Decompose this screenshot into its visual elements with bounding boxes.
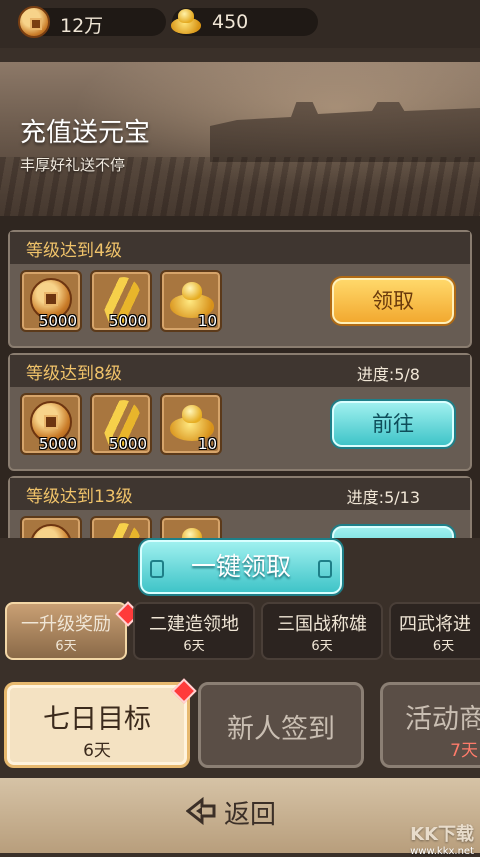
level-requirement: 等级达到4级 — [26, 241, 122, 261]
tab-label: 新人签到 — [227, 714, 335, 745]
level-requirement: 等级达到8级 — [26, 364, 122, 384]
tab-label: 七日目标 — [43, 704, 151, 735]
level-requirement: 等级达到13级 — [26, 487, 133, 507]
item-quantity: 5000 — [38, 312, 77, 330]
reward-item-gold[interactable]: 10 — [160, 270, 222, 332]
tab-days: 6天 — [83, 741, 111, 761]
progress-text: 进度:5/8 — [356, 365, 420, 384]
subtab-days: 6天 — [55, 639, 77, 654]
reward-card: 等级达到4级 5000 5000 10 领取 — [8, 230, 472, 348]
subtab-build-territory[interactable]: 二建造领地 6天 — [133, 602, 255, 660]
reward-item-gold[interactable]: 10 — [160, 393, 222, 455]
reward-item-wheat[interactable]: 5000 — [90, 393, 152, 455]
reward-card: 等级达到8级 进度:5/8 5000 5000 10 前往 — [8, 353, 472, 471]
progress-text: 进度:5/13 — [346, 488, 420, 507]
ornament-icon — [150, 560, 164, 578]
banner-title: 充值送元宝 — [20, 118, 151, 148]
tab-activity-shop[interactable]: 活动商 7天 — [380, 682, 480, 768]
back-button[interactable]: 返回 — [186, 792, 306, 832]
gold-ingot-icon — [170, 6, 202, 38]
gold-value: 450 — [212, 11, 249, 33]
tab-days: 7天 — [450, 741, 478, 761]
subtab-label: 二建造领地 — [149, 614, 239, 635]
reward-item-wheat[interactable]: 5000 — [90, 270, 152, 332]
subtab-label: 四武将进 — [399, 614, 471, 635]
go-button[interactable]: 前往 — [332, 401, 454, 447]
reward-list[interactable]: 等级达到4级 5000 5000 10 领取 等级达到8级 进度:5/8 500… — [0, 216, 480, 538]
promo-banner: 充值送元宝 丰厚好礼送不停 — [0, 62, 480, 216]
ornament-icon — [318, 560, 332, 578]
item-quantity: 10 — [197, 312, 217, 330]
watermark-logo: KK下载 www.kkx.net — [410, 820, 474, 857]
reward-card: 等级达到13级 进度:5/13 — [8, 476, 472, 538]
subtab-national-war[interactable]: 三国战称雄 6天 — [261, 602, 383, 660]
banner-fortress-art — [210, 102, 480, 162]
gold-currency: 450 — [170, 6, 318, 38]
subtab-days: 6天 — [432, 639, 455, 654]
back-label: 返回 — [224, 800, 277, 830]
copper-value: 12万 — [60, 15, 104, 37]
back-arrow-icon — [186, 796, 216, 826]
go-button[interactable] — [332, 526, 454, 538]
reward-item-copper[interactable] — [20, 516, 82, 538]
reward-item-gold[interactable] — [160, 516, 222, 538]
reward-item-copper[interactable]: 5000 — [20, 270, 82, 332]
tab-newbie-checkin[interactable]: 新人签到 — [198, 682, 364, 768]
banner-subtitle: 丰厚好礼送不停 — [20, 156, 126, 174]
subtab-label: 一升级奖励 — [21, 614, 111, 635]
watermark-brand: KK下载 — [410, 824, 474, 845]
gold-ingot-icon — [170, 526, 214, 538]
reward-item-wheat[interactable] — [90, 516, 152, 538]
item-quantity: 10 — [197, 435, 217, 453]
bottom-bar: 返回 KK下载 www.kkx.net — [0, 778, 480, 857]
subtab-general-advance[interactable]: 四武将进 6天 — [389, 602, 480, 660]
tab-seven-day-goal[interactable]: 七日目标 6天 — [4, 682, 190, 768]
subtab-level-reward[interactable]: 一升级奖励 6天 — [5, 602, 127, 660]
item-quantity: 5000 — [108, 435, 147, 453]
watermark-url: www.kkx.net — [410, 846, 474, 857]
tab-label: 活动商 — [405, 704, 480, 735]
subtab-days: 6天 — [311, 639, 333, 654]
copper-coin-icon — [30, 524, 72, 538]
wheat-icon — [95, 518, 149, 538]
item-quantity: 5000 — [108, 312, 147, 330]
reward-item-copper[interactable]: 5000 — [20, 393, 82, 455]
reward-card-header: 等级达到8级 进度:5/8 — [10, 355, 470, 387]
claim-all-button[interactable]: 一键领取 — [140, 540, 342, 594]
claim-all-label: 一键领取 — [190, 552, 291, 581]
item-quantity: 5000 — [38, 435, 77, 453]
copper-coin-icon — [18, 6, 50, 38]
subtab-label: 三国战称雄 — [277, 614, 367, 635]
claim-button[interactable]: 领取 — [332, 278, 454, 324]
copper-currency: 12万 — [18, 6, 166, 38]
reward-card-header: 等级达到13级 进度:5/13 — [10, 478, 470, 510]
currency-bar: 12万 450 — [0, 0, 480, 48]
subtab-days: 6天 — [183, 639, 205, 654]
reward-card-header: 等级达到4级 — [10, 232, 470, 264]
